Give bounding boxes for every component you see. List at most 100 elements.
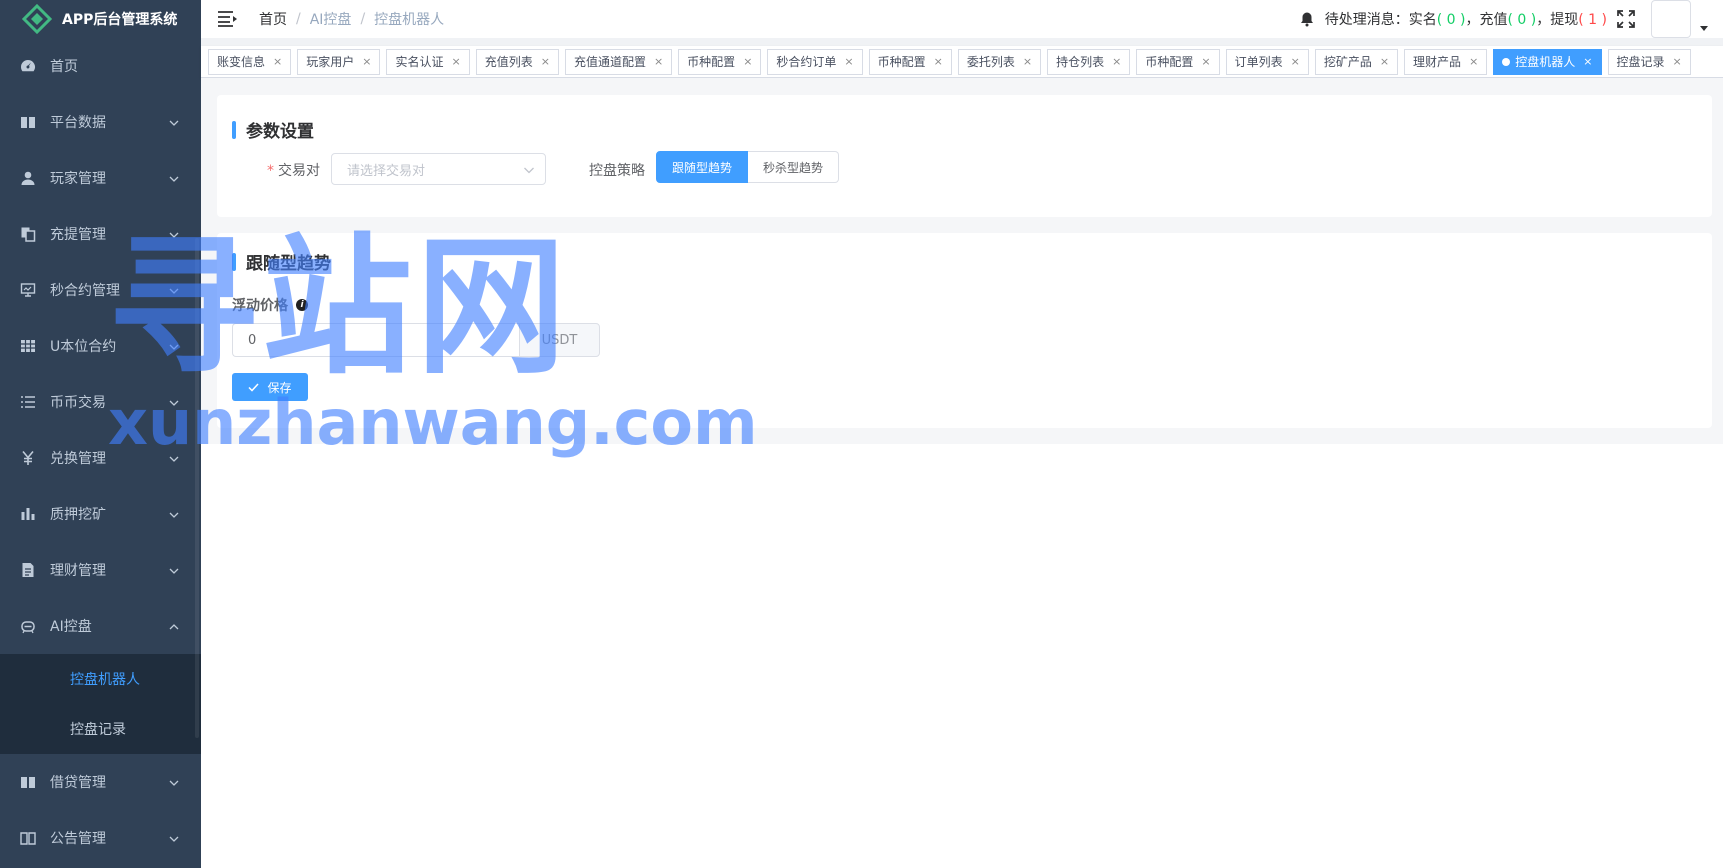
sidebar-subitem-control-records[interactable]: 控盘记录: [0, 704, 201, 754]
bell-icon[interactable]: [1299, 11, 1315, 27]
realname-count: 0: [1446, 12, 1456, 28]
sidebar-item-label: 币币交易: [50, 395, 106, 411]
chevron-down-icon: [169, 508, 179, 518]
sidebar-item-announcements[interactable]: 公告管理: [0, 810, 201, 866]
close-icon[interactable]: ×: [1673, 50, 1682, 74]
recharge-label: 充值: [1479, 12, 1508, 28]
close-icon[interactable]: ×: [1201, 50, 1210, 74]
tag-coin-config[interactable]: 币种配置 ×: [868, 48, 952, 75]
recharge-link[interactable]: 充值( 0 ): [1479, 12, 1536, 28]
sidebar-item-spot-trading[interactable]: 币币交易: [0, 374, 201, 430]
sidebar-item-second-contract[interactable]: 秒合约管理: [0, 262, 201, 318]
pair-select[interactable]: 请选择交易对: [331, 153, 546, 185]
tag-mining-products[interactable]: 挖矿产品 ×: [1314, 48, 1399, 75]
list-icon: [20, 394, 36, 410]
sidebar-item-platform-data[interactable]: 平台数据: [0, 94, 201, 150]
caret-down-icon[interactable]: [1699, 23, 1709, 33]
sidebar-item-label: 公告管理: [50, 831, 106, 847]
sidebar-item-label: 秒合约管理: [50, 283, 120, 299]
float-price-label: 浮动价格 i: [232, 295, 308, 315]
sidebar-item-loans[interactable]: 借贷管理: [0, 754, 201, 810]
strategy-spike-trend-button[interactable]: 秒杀型趋势: [748, 151, 840, 183]
save-button[interactable]: 保存: [232, 373, 308, 401]
sidebar-item-deposit-withdraw[interactable]: 充提管理: [0, 206, 201, 262]
tag-label: 订单列表: [1234, 54, 1283, 69]
sidebar-item-ai-control[interactable]: AI控盘: [0, 598, 201, 654]
tag-recharge-list[interactable]: 充值列表 ×: [475, 48, 559, 75]
tag-player-users[interactable]: 玩家用户 ×: [297, 48, 381, 75]
sidebar-item-exchange[interactable]: 兑换管理: [0, 430, 201, 486]
close-icon[interactable]: ×: [1291, 50, 1300, 74]
tag-label: 实名认证: [395, 54, 444, 69]
tag-control-records[interactable]: 控盘记录 ×: [1607, 48, 1691, 75]
tag-entrust-list[interactable]: 委托列表 ×: [957, 48, 1042, 75]
sidebar-item-label: U本位合约: [50, 339, 117, 355]
tag-recharge-channel-config[interactable]: 充值通道配置 ×: [564, 48, 673, 75]
avatar[interactable]: [1651, 0, 1691, 38]
sidebar-item-u-contract[interactable]: U本位合约: [0, 318, 201, 374]
sidebar-item-label: 玩家管理: [50, 171, 106, 187]
close-icon[interactable]: ×: [541, 50, 550, 74]
tag-coin-config[interactable]: 币种配置 ×: [678, 48, 762, 75]
close-icon[interactable]: ×: [451, 50, 460, 74]
strategy-follow-trend-button[interactable]: 跟随型趋势: [656, 151, 749, 183]
tag-coin-config[interactable]: 币种配置 ×: [1136, 48, 1220, 75]
tag-realname-verify[interactable]: 实名认证 ×: [386, 48, 470, 75]
tag-control-robot[interactable]: 控盘机器人 ×: [1493, 48, 1602, 75]
tag-wealth-products[interactable]: 理财产品 ×: [1404, 48, 1488, 75]
tag-position-list[interactable]: 持仓列表 ×: [1047, 48, 1131, 75]
dashboard-icon: [20, 58, 36, 74]
close-icon[interactable]: ×: [1112, 50, 1121, 74]
close-icon[interactable]: ×: [743, 50, 752, 74]
sidebar-item-wealth[interactable]: 理财管理: [0, 542, 201, 598]
tag-order-list[interactable]: 订单列表 ×: [1225, 48, 1309, 75]
sidebar-menu-lower: 借贷管理 公告管理: [0, 754, 201, 866]
trend-card-title-text: 跟随型趋势: [246, 254, 331, 274]
robot-icon: [20, 618, 36, 634]
close-icon[interactable]: ×: [1469, 50, 1478, 74]
close-icon[interactable]: ×: [654, 50, 663, 74]
breadcrumb-current: 控盘机器人: [374, 12, 445, 28]
tag-label: 持仓列表: [1056, 54, 1105, 69]
tag-label: 账变信息: [217, 54, 266, 69]
float-price-input[interactable]: [232, 323, 519, 357]
close-icon[interactable]: ×: [1583, 50, 1592, 74]
app-logo[interactable]: APP后台管理系统: [0, 0, 201, 38]
sidebar-item-players[interactable]: 玩家管理: [0, 150, 201, 206]
title-accent-bar: [232, 252, 236, 271]
info-icon[interactable]: i: [296, 299, 308, 311]
breadcrumb-separator: /: [360, 11, 366, 27]
fullscreen-icon[interactable]: [1617, 10, 1635, 28]
sidebar-subitem-control-robot[interactable]: 控盘机器人: [0, 654, 201, 704]
breadcrumb-ai-control[interactable]: AI控盘: [310, 9, 352, 29]
monitor-icon: [20, 282, 36, 298]
book-open-icon: [20, 830, 36, 846]
close-icon[interactable]: ×: [1023, 50, 1032, 74]
withdraw-link[interactable]: 提现( 1 ): [1550, 12, 1607, 28]
tag-second-contract-orders[interactable]: 秒合约订单 ×: [767, 48, 863, 75]
sidebar-item-staking-mining[interactable]: 质押挖矿: [0, 486, 201, 542]
chevron-down-icon: [169, 340, 179, 350]
close-icon[interactable]: ×: [273, 50, 282, 74]
sidebar-menu: 首页 平台数据 玩家管理 充提管理 秒合约管理 U本位合约 币币交易 兑换管理 …: [0, 38, 201, 654]
realname-link[interactable]: 实名( 0 ): [1409, 12, 1466, 28]
trend-card-title: 跟随型趋势: [232, 249, 331, 274]
params-card: 参数设置 * 交易对 请选择交易对 控盘策略 跟随型趋势 秒杀型趋势: [217, 95, 1712, 217]
breadcrumb-home[interactable]: 首页: [259, 9, 287, 29]
active-dot-icon: [1502, 57, 1511, 66]
chevron-down-icon: [169, 116, 179, 126]
tag-label: 控盘机器人: [1515, 54, 1576, 69]
sidebar-scrollbar[interactable]: [195, 238, 199, 738]
tag-account-changes[interactable]: 账变信息 ×: [208, 48, 292, 75]
close-icon[interactable]: ×: [362, 50, 371, 74]
close-icon[interactable]: ×: [934, 50, 943, 74]
float-price-input-group: USDT: [232, 323, 600, 357]
chevron-down-icon: [169, 396, 179, 406]
strategy-button-group: 跟随型趋势 秒杀型趋势: [656, 151, 840, 183]
ai-control-submenu: 控盘机器人 控盘记录: [0, 654, 201, 754]
close-icon[interactable]: ×: [1380, 50, 1389, 74]
sidebar-item-home[interactable]: 首页: [0, 38, 201, 94]
hamburger-icon[interactable]: [217, 10, 239, 28]
close-icon[interactable]: ×: [844, 50, 853, 74]
app-root: APP后台管理系统 首页 平台数据 玩家管理 充提管理 秒合约管理 U本位合约 …: [0, 0, 1723, 868]
